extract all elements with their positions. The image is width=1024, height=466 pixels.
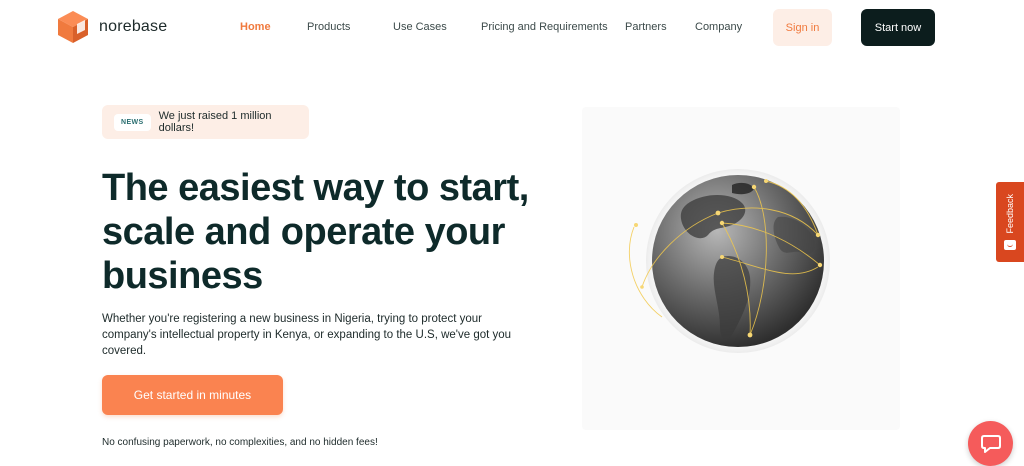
- chat-button[interactable]: [968, 421, 1013, 466]
- start-now-button[interactable]: Start now: [861, 9, 935, 46]
- news-badge: NEWS: [114, 113, 151, 131]
- hero-title: The easiest way to start, scale and oper…: [102, 167, 529, 297]
- feedback-label: Feedback: [1005, 194, 1015, 234]
- logo-text: norebase: [99, 18, 168, 35]
- nav-pricing[interactable]: Pricing and Requirements: [481, 21, 608, 33]
- nav-products[interactable]: Products: [307, 21, 350, 33]
- news-text: We just raised 1 million dollars!: [158, 110, 272, 134]
- nav-partners[interactable]: Partners: [625, 21, 667, 33]
- nav-use-cases[interactable]: Use Cases: [393, 21, 447, 33]
- get-started-button[interactable]: Get started in minutes: [102, 375, 283, 415]
- nav-company[interactable]: Company: [695, 21, 742, 33]
- globe-icon: [628, 169, 830, 353]
- feedback-tab[interactable]: Feedback: [996, 182, 1024, 262]
- logo[interactable]: norebase: [57, 10, 167, 44]
- smile-icon: [1004, 239, 1016, 250]
- chat-bubble-icon: [980, 434, 1001, 453]
- sign-in-button[interactable]: Sign in: [773, 9, 832, 46]
- hero-subtitle: Whether you're registering a new busines…: [102, 313, 512, 357]
- nav-home[interactable]: Home: [240, 21, 271, 33]
- hero-footnote: No confusing paperwork, no complexities,…: [102, 437, 378, 448]
- news-banner[interactable]: NEWS We just raised 1 million dollars!: [102, 105, 309, 139]
- logo-cube-icon: [58, 11, 88, 43]
